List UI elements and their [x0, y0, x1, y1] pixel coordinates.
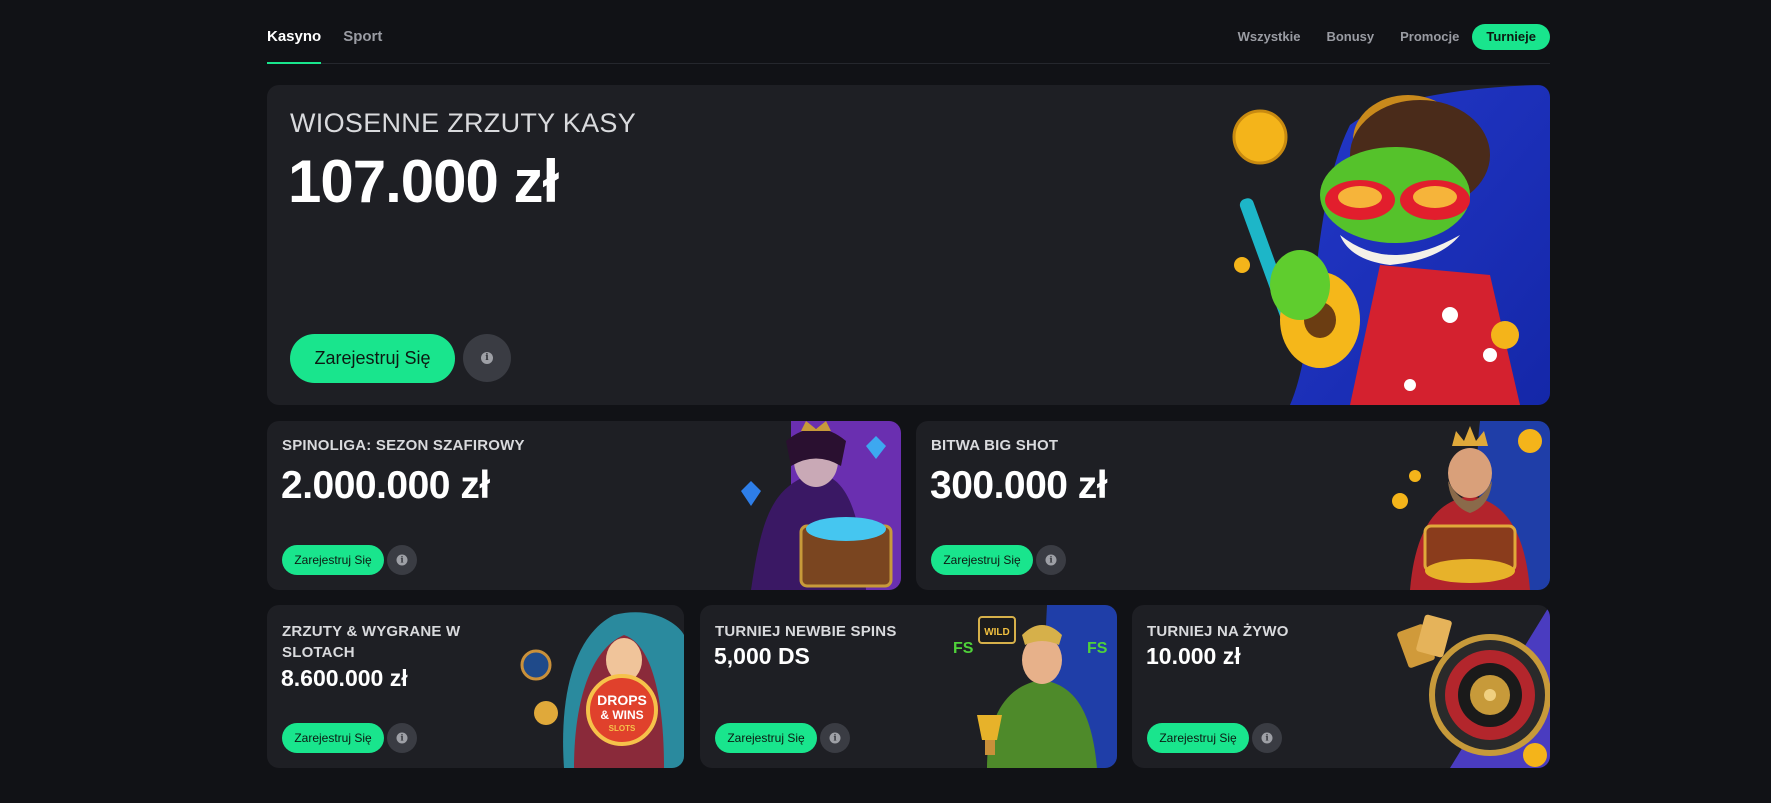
card-title: BITWA BIG SHOT: [931, 437, 1059, 454]
card-title: ZRZUTY & WYGRANE W SLOTACH: [282, 623, 461, 661]
hero-info-button[interactable]: i: [463, 334, 511, 382]
hero-register-button[interactable]: Zarejestruj Się: [290, 334, 455, 383]
soldier-trophy-illustration: WILD FS FS: [953, 605, 1117, 768]
tab-kasyno[interactable]: Kasyno: [267, 0, 322, 64]
card-prize-amount: 10.000 zł: [1146, 643, 1241, 669]
hero-promo-card[interactable]: WIOSENNE ZRZUTY KASY 107.000 zł Zarejest…: [267, 85, 1550, 405]
card-register-button[interactable]: Zarejestruj Się: [931, 545, 1033, 575]
card-info-button[interactable]: i: [387, 545, 417, 575]
wild-card-text: WILD: [984, 627, 1010, 638]
card-info-button[interactable]: i: [1036, 545, 1066, 575]
card-title: SPINOLIGA: SEZON SZAFIROWY: [282, 437, 525, 454]
card-prize-amount: 5,000 DS: [714, 643, 810, 669]
drops-wins-logo-text-1: DROPS: [597, 692, 647, 708]
promo-card-newbie-spins[interactable]: WILD FS FS TURNIEJ NEWBIE SPINS 5,000 DS…: [700, 605, 1117, 768]
promo-card-spinoliga[interactable]: SPINOLIGA: SEZON SZAFIROWY 2.000.000 zł …: [267, 421, 901, 590]
filter-promocje[interactable]: Promocje: [1387, 24, 1472, 50]
queen-treasure-illustration: [741, 421, 901, 590]
info-icon: i: [829, 732, 841, 744]
card-register-button[interactable]: Zarejestruj Się: [282, 545, 384, 575]
drops-wins-logo-text-3: SLOTS: [609, 724, 636, 733]
frog-guitar-illustration: [1232, 85, 1550, 405]
card-prize-amount: 2.000.000 zł: [281, 464, 490, 507]
tab-sport[interactable]: Sport: [343, 0, 382, 63]
info-icon: i: [396, 732, 408, 744]
promo-card-turniej-na-zywo[interactable]: TURNIEJ NA ŻYWO 10.000 zł Zarejestruj Si…: [1132, 605, 1550, 768]
drops-wins-logo-text-2: & WINS: [600, 708, 643, 722]
info-icon: i: [481, 352, 493, 364]
filter-turnieje[interactable]: Turnieje: [1472, 24, 1550, 50]
page-container: Kasyno Sport Wszystkie Bonusy Promocje T…: [267, 0, 1550, 768]
card-prize-amount: 300.000 zł: [930, 464, 1108, 507]
card-info-button[interactable]: i: [820, 723, 850, 753]
info-icon: i: [1045, 554, 1057, 566]
card-prize-amount: 8.600.000 zł: [281, 665, 408, 691]
info-icon: i: [1261, 732, 1273, 744]
card-title: TURNIEJ NA ŻYWO: [1147, 623, 1289, 640]
sorceress-drops-wins-illustration: DROPS & WINS SLOTS: [514, 605, 684, 768]
card-register-button[interactable]: Zarejestruj Się: [282, 723, 384, 753]
filter-wszystkie[interactable]: Wszystkie: [1225, 24, 1314, 50]
promo-card-bitwa-big-shot[interactable]: BITWA BIG SHOT 300.000 zł Zarejestruj Si…: [916, 421, 1550, 590]
category-filters: Wszystkie Bonusy Promocje Turnieje: [1225, 24, 1550, 50]
hero-prize-amount: 107.000 zł: [288, 148, 559, 215]
card-title: TURNIEJ NEWBIE SPINS: [715, 623, 897, 640]
card-register-button[interactable]: Zarejestruj Się: [1147, 723, 1249, 753]
hero-title: WIOSENNE ZRZUTY KASY: [290, 108, 637, 138]
main-tabs: Kasyno Sport: [267, 0, 382, 64]
card-info-button[interactable]: i: [387, 723, 417, 753]
card-info-button[interactable]: i: [1252, 723, 1282, 753]
fs-badge-left: FS: [953, 640, 974, 657]
info-icon: i: [396, 554, 408, 566]
promo-card-zrzuty-wygrane[interactable]: DROPS & WINS SLOTS ZRZUTY & WYGRANE W SL…: [267, 605, 684, 768]
card-register-button[interactable]: Zarejestruj Się: [715, 723, 817, 753]
king-treasure-illustration: [1392, 421, 1550, 590]
fs-badge-right: FS: [1087, 640, 1108, 657]
filter-bonusy[interactable]: Bonusy: [1313, 24, 1387, 50]
roulette-wheel-illustration: [1397, 605, 1550, 768]
top-navigation: Kasyno Sport Wszystkie Bonusy Promocje T…: [267, 0, 1550, 64]
